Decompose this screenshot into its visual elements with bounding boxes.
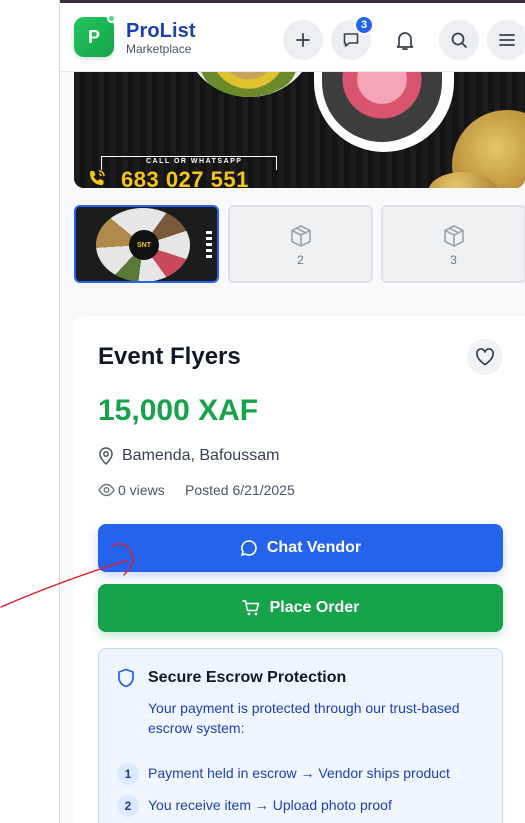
thumbnail-number: 3	[450, 253, 457, 267]
place-order-label: Place Order	[269, 599, 360, 616]
search-icon	[451, 32, 467, 48]
logo-letter: P	[87, 26, 100, 47]
product-price: 15,000 XAF	[98, 394, 259, 427]
menu-icon	[499, 34, 515, 46]
step-text: Payment held in escrow → Vendor ships pr…	[148, 765, 450, 781]
chat-vendor-label: Chat Vendor	[266, 539, 362, 556]
plus-icon	[296, 33, 310, 47]
place-order-button[interactable]: Place Order	[98, 584, 503, 632]
escrow-step: 2 You receive item → Upload photo proof	[117, 795, 497, 817]
product-title: Event Flyers	[98, 343, 241, 370]
bell-icon	[396, 32, 414, 50]
left-gutter	[0, 0, 60, 823]
thumbnail-1[interactable]: SNT	[74, 205, 219, 283]
step-number: 2	[117, 795, 139, 817]
chat-vendor-button[interactable]: Chat Vendor	[98, 524, 503, 572]
page: P ProList Marketplace 3 CALL OR WHATSAPP…	[0, 0, 525, 823]
package-icon	[291, 225, 311, 247]
add-listing-button[interactable]	[283, 20, 323, 60]
shield-icon	[118, 668, 134, 688]
search-button[interactable]	[439, 20, 479, 60]
product-main-image[interactable]: CALL OR WHATSAPP 683 027 551	[74, 72, 525, 188]
escrow-description: Your payment is protected through our tr…	[148, 700, 460, 736]
escrow-info-box: Secure Escrow Protection Your payment is…	[98, 648, 503, 823]
thumbnail-2[interactable]: 2	[228, 205, 373, 283]
product-card: Event Flyers 15,000 XAF Bamenda, Bafouss…	[74, 316, 525, 823]
cart-icon	[241, 600, 259, 616]
thumbnail-number: 2	[297, 253, 304, 267]
notifications-button[interactable]	[385, 20, 425, 60]
product-location: Bamenda, Bafoussam	[122, 447, 280, 464]
favorite-button[interactable]	[467, 339, 503, 375]
thumbnail-flyer-logo: SNT	[129, 230, 159, 260]
package-icon	[444, 225, 464, 247]
step-text: You receive item → Upload photo proof	[148, 797, 392, 813]
escrow-title: Secure Escrow Protection	[148, 669, 347, 686]
thumbnail-flyer-text	[206, 231, 212, 261]
app-header: P ProList Marketplace 3	[60, 3, 525, 72]
view-count: 0 views	[118, 482, 165, 498]
messages-badge: 3	[354, 15, 374, 35]
posted-date: Posted 6/21/2025	[185, 482, 295, 498]
brand-subtitle: Marketplace	[126, 42, 192, 56]
online-dot	[107, 14, 116, 23]
location-pin-icon	[99, 447, 113, 465]
escrow-step: 1 Payment held in escrow → Vendor ships …	[117, 763, 497, 785]
thumbnail-3[interactable]: 3	[381, 205, 525, 283]
menu-button[interactable]	[487, 20, 525, 60]
logo[interactable]: P	[74, 17, 114, 57]
heart-icon	[476, 348, 494, 366]
hero-call-label: CALL OR WHATSAPP	[146, 158, 243, 165]
hero-phone-number: 683 027 551	[121, 167, 249, 188]
chat-bubble-icon	[241, 540, 257, 556]
step-number: 1	[117, 763, 139, 785]
eye-icon	[98, 483, 115, 497]
phone-icon	[90, 170, 105, 185]
chat-icon	[343, 33, 359, 47]
brand-name[interactable]: ProList	[126, 20, 196, 43]
app-viewport: P ProList Marketplace 3 CALL OR WHATSAPP…	[60, 0, 525, 823]
